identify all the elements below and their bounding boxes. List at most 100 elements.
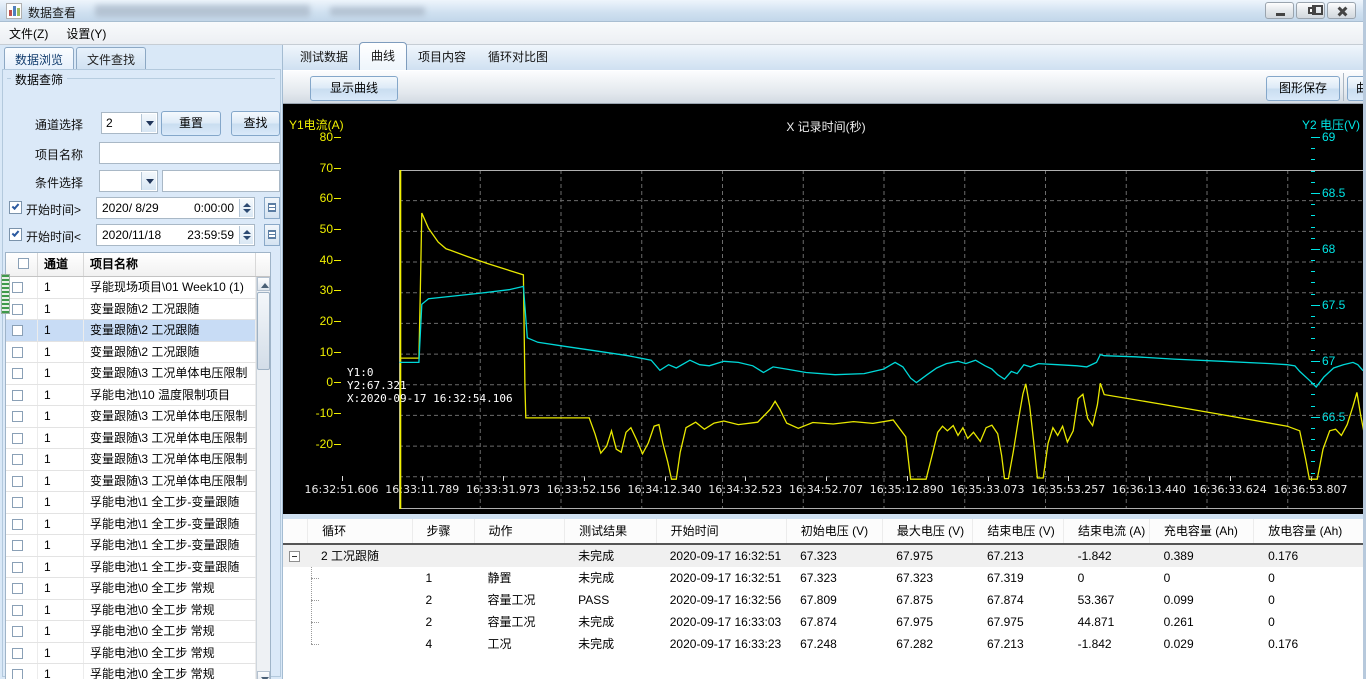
results-column-header[interactable]: 充电容量 (Ah) xyxy=(1150,519,1255,543)
channel-dropdown-button[interactable] xyxy=(141,114,156,132)
collapse-expander-icon[interactable] xyxy=(289,551,300,562)
project-list-row[interactable]: 1 孚能电池\0 全工步 常规 xyxy=(6,621,270,643)
start-time-gt-field[interactable]: 2020/ 8/29 0:00:00 xyxy=(96,197,255,219)
results-column-header[interactable]: 循环 xyxy=(308,519,413,543)
start-time-lt-checkbox[interactable] xyxy=(9,228,22,241)
results-column-header[interactable] xyxy=(283,519,309,543)
show-curve-button[interactable]: 显示曲线 xyxy=(310,76,398,101)
row-channel: 1 xyxy=(38,621,84,642)
reset-button[interactable]: 重置 xyxy=(161,111,221,136)
row-checkbox[interactable] xyxy=(12,626,23,637)
scroll-thumb[interactable] xyxy=(257,292,270,370)
plot-container[interactable] xyxy=(341,137,1363,509)
project-list-row[interactable]: 1 变量跟随\2 工况跟随 xyxy=(6,341,270,363)
results-cell: 2 xyxy=(425,593,433,607)
condition-value-input[interactable] xyxy=(162,170,280,192)
project-list-row[interactable]: 1 孚能电池\0 全工步 常规 xyxy=(6,642,270,664)
condition-dropdown-button[interactable] xyxy=(141,172,156,190)
row-checkbox[interactable] xyxy=(12,518,23,530)
project-list-row[interactable]: 1 孚能电池\10 温度限制项目 xyxy=(6,384,270,406)
results-column-header[interactable]: 放电容量 (Ah) xyxy=(1254,519,1366,543)
project-list-row[interactable]: 1 孚能电池\0 全工步 常规 xyxy=(6,664,270,679)
row-checkbox[interactable] xyxy=(12,346,23,358)
save-graph-button[interactable]: 图形保存 xyxy=(1266,76,1340,101)
channel-select[interactable]: 2 xyxy=(101,112,158,134)
scroll-up-button[interactable] xyxy=(257,277,270,291)
tab-curve[interactable]: 曲线 xyxy=(359,42,408,70)
results-row[interactable]: 2 容量工况 PASS 2020-09-17 16:32:56 67.809 67.875… xyxy=(283,589,1366,611)
row-checkbox[interactable] xyxy=(12,604,23,616)
project-list-row[interactable]: 1 孚能电池\1 全工步-变量跟随 xyxy=(6,556,270,578)
project-list-row[interactable]: 1 变量跟随\3 工况单体电压限制 xyxy=(6,470,270,492)
project-column-header[interactable]: 项目名称 xyxy=(84,253,256,276)
project-list-row[interactable]: 1 孚能电池\0 全工步 常规 xyxy=(6,599,270,621)
project-list-row[interactable]: 1 变量跟随\3 工况单体电压限制 xyxy=(6,449,270,471)
results-row[interactable]: 1 静置 未完成 2020-09-17 16:32:51 67.323 67.323 67.… xyxy=(283,567,1366,589)
row-checkbox[interactable] xyxy=(12,497,23,508)
plot-area[interactable] xyxy=(399,170,1363,509)
project-list-row[interactable]: 1 变量跟随\3 工况单体电压限制 xyxy=(6,363,270,385)
results-row[interactable]: 2 容量工况 未完成 2020-09-17 16:33:03 67.874 67.975 6… xyxy=(283,611,1366,633)
row-checkbox[interactable] xyxy=(12,411,23,422)
project-list-row[interactable]: 1 孚能电池\1 全工步-变量跟随 xyxy=(6,492,270,514)
start-time-gt-checkbox[interactable] xyxy=(9,201,22,214)
project-list-row[interactable]: 1 变量跟随\3 工况单体电压限制 xyxy=(6,427,270,449)
results-column-header[interactable]: 结束电压 (V) xyxy=(973,519,1064,543)
project-list-row[interactable]: 1 孚能电池\0 全工步 常规 xyxy=(6,578,270,600)
row-checkbox[interactable] xyxy=(12,325,23,336)
calendar-button[interactable] xyxy=(264,197,280,219)
row-checkbox[interactable] xyxy=(12,540,23,551)
results-row[interactable]: 4 工况 未完成 2020-09-17 16:33:23 67.248 67.282 67.… xyxy=(283,633,1366,655)
row-project-name: 孚能电池\1 全工步-变量跟随 xyxy=(84,513,256,534)
row-checkbox[interactable] xyxy=(12,454,23,465)
check-icon xyxy=(11,202,20,210)
channel-column-header[interactable]: 通道 xyxy=(38,253,84,276)
row-checkbox[interactable] xyxy=(12,475,23,487)
y1-tick-label: -20 xyxy=(315,436,333,451)
close-button[interactable] xyxy=(1327,2,1356,19)
calendar-button[interactable] xyxy=(264,224,280,246)
date-spinner[interactable] xyxy=(239,226,253,244)
project-list-row[interactable]: 1 孚能电池\1 全工步-变量跟随 xyxy=(6,513,270,535)
project-list-row[interactable]: 1 变量跟随\3 工况单体电压限制 xyxy=(6,406,270,428)
row-checkbox[interactable] xyxy=(12,583,23,594)
menu-settings[interactable]: 设置(Y) xyxy=(57,23,115,44)
row-checkbox[interactable] xyxy=(12,647,23,659)
start-time-lt-field[interactable]: 2020/11/18 23:59:59 xyxy=(96,224,255,246)
project-list-row[interactable]: 1 变量跟随\2 工况跟随 xyxy=(6,320,270,342)
row-checkbox[interactable] xyxy=(12,282,23,293)
results-cell: 67.874 xyxy=(800,615,837,629)
results-row[interactable]: 2 工况跟随 未完成 2020-09-17 16:32:51 67.323 67.975… xyxy=(283,545,1366,567)
project-name-input[interactable] xyxy=(99,142,280,164)
restore-button[interactable] xyxy=(1296,2,1325,19)
results-column-header[interactable]: 步骤 xyxy=(413,519,475,543)
project-list-row[interactable]: 1 孚能现场项目\01 Week10 (1) xyxy=(6,277,270,299)
tree-line xyxy=(311,578,319,579)
search-button[interactable]: 查找 xyxy=(231,111,280,136)
minimize-button[interactable] xyxy=(1265,2,1294,19)
results-column-header[interactable]: 开始时间 xyxy=(657,519,787,543)
results-column-header[interactable]: 初始电压 (V) xyxy=(787,519,883,543)
row-checkbox[interactable] xyxy=(12,561,23,573)
row-checkbox[interactable] xyxy=(12,389,23,401)
project-list-row[interactable]: 1 孚能电池\1 全工步-变量跟随 xyxy=(6,535,270,557)
select-all-checkbox[interactable] xyxy=(18,258,29,269)
row-checkbox[interactable] xyxy=(12,432,23,444)
row-checkbox[interactable] xyxy=(12,669,23,679)
menu-file[interactable]: 文件(Z) xyxy=(0,23,57,44)
project-list-row[interactable]: 1 变量跟随\2 工况跟随 xyxy=(6,298,270,320)
results-column-header[interactable]: 最大电压 (V) xyxy=(883,519,974,543)
results-column-header[interactable]: 测试结果 xyxy=(565,519,657,543)
results-column-header[interactable]: 结束电流 (A) xyxy=(1064,519,1150,543)
vertical-scrollbar[interactable] xyxy=(256,277,270,679)
condition-select[interactable] xyxy=(99,170,158,192)
check-icon xyxy=(11,229,20,237)
scroll-down-button[interactable] xyxy=(257,671,270,679)
tab-test-data[interactable]: 测试数据 xyxy=(289,44,359,70)
tab-project-content[interactable]: 项目内容 xyxy=(407,44,477,70)
row-checkbox[interactable] xyxy=(12,368,23,379)
tab-cycle-compare[interactable]: 循环对比图 xyxy=(477,44,559,70)
results-column-header[interactable]: 动作 xyxy=(475,519,566,543)
row-checkbox[interactable] xyxy=(12,303,23,315)
date-spinner[interactable] xyxy=(239,199,253,217)
